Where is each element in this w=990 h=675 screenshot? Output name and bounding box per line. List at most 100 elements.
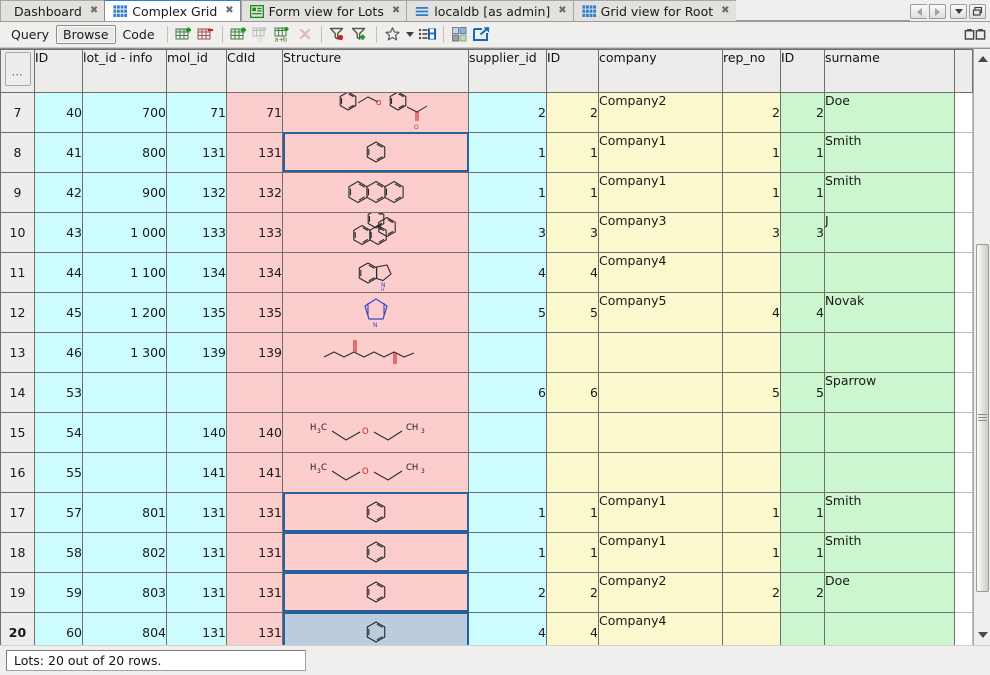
cell-lot-id[interactable]: 1 300 bbox=[83, 332, 167, 372]
scroll-tabs-right-button[interactable] bbox=[929, 4, 946, 19]
row-number-cell[interactable]: 7 bbox=[1, 92, 35, 132]
cell-supplier-id[interactable]: 1 bbox=[469, 492, 547, 532]
cell-id[interactable]: 46 bbox=[35, 332, 83, 372]
cell-supplier-id[interactable]: 1 bbox=[469, 172, 547, 212]
scrollbar-thumb[interactable] bbox=[976, 244, 989, 592]
cell-company[interactable]: Company2 bbox=[599, 92, 723, 132]
cell-mol-id[interactable]: 135 bbox=[167, 292, 227, 332]
cell-mol-id[interactable]: 140 bbox=[167, 412, 227, 452]
cell-structure[interactable]: H3COCH3 bbox=[283, 412, 469, 452]
cell-cdid[interactable]: 131 bbox=[227, 492, 283, 532]
split-view-button[interactable] bbox=[964, 24, 986, 44]
favorites-button[interactable] bbox=[382, 24, 404, 44]
cell-id[interactable]: 60 bbox=[35, 612, 83, 645]
cell-id[interactable]: 43 bbox=[35, 212, 83, 252]
remove-field-button[interactable] bbox=[294, 24, 316, 44]
toolbar-mode-query[interactable]: Query bbox=[4, 25, 56, 44]
cell-surname[interactable] bbox=[825, 452, 955, 492]
cell-surname[interactable] bbox=[825, 252, 955, 292]
cell-supplier-id[interactable] bbox=[469, 412, 547, 452]
cell-rep-no[interactable]: 4 bbox=[723, 292, 781, 332]
cell-id[interactable]: 59 bbox=[35, 572, 83, 612]
cell-rep-no[interactable] bbox=[723, 252, 781, 292]
cell-supplier-id[interactable]: 6 bbox=[469, 372, 547, 412]
cell-rep-id[interactable]: 1 bbox=[781, 492, 825, 532]
cell-supplier-id[interactable]: 1 bbox=[469, 132, 547, 172]
cell-surname[interactable] bbox=[825, 412, 955, 452]
cell-supplier-id[interactable] bbox=[469, 332, 547, 372]
add-filter-button[interactable] bbox=[349, 24, 371, 44]
cell-structure[interactable] bbox=[283, 212, 469, 252]
cell-structure[interactable] bbox=[283, 172, 469, 212]
cell-sup-id[interactable] bbox=[547, 332, 599, 372]
column-header-structure[interactable]: Structure bbox=[283, 49, 469, 92]
cell-mol-id[interactable]: 131 bbox=[167, 612, 227, 645]
tab-dashboard[interactable]: Dashboard✖ bbox=[0, 0, 104, 21]
cell-mol-id[interactable]: 131 bbox=[167, 572, 227, 612]
cell-structure[interactable] bbox=[283, 612, 469, 645]
cell-rep-id[interactable] bbox=[781, 252, 825, 292]
cell-company[interactable] bbox=[599, 372, 723, 412]
cell-sup-id[interactable]: 2 bbox=[547, 92, 599, 132]
open-external-button[interactable] bbox=[471, 24, 493, 44]
cell-supplier-id[interactable]: 5 bbox=[469, 292, 547, 332]
vertical-scrollbar[interactable] bbox=[973, 49, 990, 646]
tab-grid-view-for-root[interactable]: Grid view for Root✖ bbox=[573, 0, 736, 21]
cell-sup-id[interactable]: 1 bbox=[547, 492, 599, 532]
filter-active-button[interactable] bbox=[327, 24, 349, 44]
cell-structure[interactable] bbox=[283, 572, 469, 612]
row-number-cell[interactable]: 14 bbox=[1, 372, 35, 412]
cell-cdid[interactable]: 133 bbox=[227, 212, 283, 252]
cell-surname[interactable]: Smith bbox=[825, 172, 955, 212]
table-row[interactable]: 7407007171OO22Company222Doe bbox=[1, 92, 973, 132]
cell-cdid[interactable]: 131 bbox=[227, 572, 283, 612]
table-row[interactable]: 195980313113122Company222Doe bbox=[1, 572, 973, 612]
cell-cdid[interactable]: 131 bbox=[227, 612, 283, 645]
cell-sup-id[interactable]: 4 bbox=[547, 612, 599, 645]
cell-sup-id[interactable]: 5 bbox=[547, 292, 599, 332]
cell-rep-id[interactable]: 4 bbox=[781, 292, 825, 332]
cell-company[interactable]: Company4 bbox=[599, 612, 723, 645]
row-number-cell[interactable]: 17 bbox=[1, 492, 35, 532]
cell-mol-id[interactable]: 132 bbox=[167, 172, 227, 212]
cell-id[interactable]: 44 bbox=[35, 252, 83, 292]
column-header-rep-id[interactable]: ID bbox=[781, 49, 825, 92]
cell-rep-id[interactable]: 3 bbox=[781, 212, 825, 252]
close-icon[interactable]: ✖ bbox=[392, 6, 400, 16]
row-number-cell[interactable]: 10 bbox=[1, 212, 35, 252]
cell-lot-id[interactable]: 1 100 bbox=[83, 252, 167, 292]
cell-structure[interactable]: N bbox=[283, 292, 469, 332]
cell-structure[interactable] bbox=[283, 532, 469, 572]
column-header-cdid[interactable]: CdId bbox=[227, 49, 283, 92]
favorites-dropdown-button[interactable] bbox=[404, 24, 416, 44]
close-icon[interactable]: ✖ bbox=[558, 6, 566, 16]
cell-sup-id[interactable]: 1 bbox=[547, 532, 599, 572]
tab-form-view-for-lots[interactable]: Form view for Lots✖ bbox=[241, 0, 407, 21]
row-number-cell[interactable]: 19 bbox=[1, 572, 35, 612]
cell-mol-id[interactable]: 131 bbox=[167, 532, 227, 572]
table-row[interactable]: 11441 100134134NH44Company4 bbox=[1, 252, 973, 292]
column-header-lot-id[interactable]: lot_id - info bbox=[83, 49, 167, 92]
column-header-rep-no[interactable]: rep_no bbox=[723, 49, 781, 92]
cell-mol-id[interactable]: 141 bbox=[167, 452, 227, 492]
cell-rep-no[interactable]: 3 bbox=[723, 212, 781, 252]
cell-surname[interactable]: Novak bbox=[825, 292, 955, 332]
column-header-pad[interactable] bbox=[955, 49, 973, 92]
column-header-company[interactable]: company bbox=[599, 49, 723, 92]
cell-id[interactable]: 54 bbox=[35, 412, 83, 452]
cell-company[interactable] bbox=[599, 452, 723, 492]
layout-button[interactable] bbox=[449, 24, 471, 44]
cell-surname[interactable]: Doe bbox=[825, 572, 955, 612]
cell-supplier-id[interactable]: 2 bbox=[469, 572, 547, 612]
cell-structure[interactable]: H3COCH3 bbox=[283, 452, 469, 492]
row-number-cell[interactable]: 11 bbox=[1, 252, 35, 292]
cell-rep-id[interactable]: 2 bbox=[781, 572, 825, 612]
cell-surname[interactable]: J bbox=[825, 212, 955, 252]
table-row[interactable]: 84180013113111Company111Smith bbox=[1, 132, 973, 172]
row-number-cell[interactable]: 20 bbox=[1, 612, 35, 645]
cell-sup-id[interactable]: 2 bbox=[547, 572, 599, 612]
cell-supplier-id[interactable]: 1 bbox=[469, 532, 547, 572]
restore-window-button[interactable] bbox=[969, 4, 986, 19]
row-header-corner[interactable]: ⋯ bbox=[1, 49, 35, 92]
table-row[interactable]: 10431 00013313333Company333J bbox=[1, 212, 973, 252]
